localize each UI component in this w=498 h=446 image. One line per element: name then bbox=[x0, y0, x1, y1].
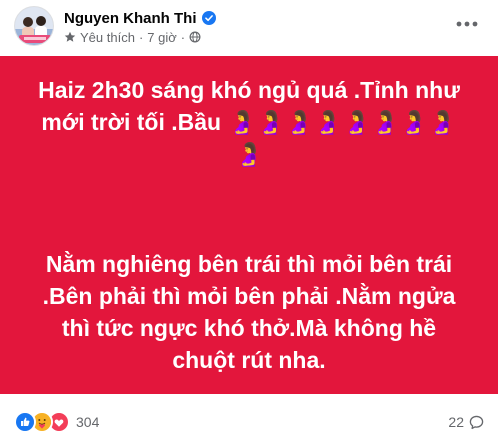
post-paragraph: Nằm nghiêng bên trái thì mỏi bên trái .B… bbox=[42, 251, 462, 373]
post-text: Haiz 2h30 sáng khó ngủ quá .Tỉnh như mới… bbox=[32, 10, 466, 440]
reactions-summary[interactable]: 304 bbox=[14, 411, 100, 433]
post-footer: 304 22 bbox=[0, 400, 498, 440]
facebook-post: Nguyen Khanh Thi Yêu thích · 7 giờ · Hai… bbox=[0, 0, 498, 446]
comment-icon bbox=[469, 415, 484, 430]
comment-count: 22 bbox=[448, 414, 464, 430]
like-icon bbox=[14, 411, 36, 433]
reaction-count: 304 bbox=[76, 414, 100, 430]
post-content-card: Haiz 2h30 sáng khó ngủ quá .Tỉnh như mới… bbox=[0, 56, 498, 394]
comments-summary[interactable]: 22 bbox=[448, 412, 484, 432]
post-paragraph: Haiz 2h30 sáng khó ngủ quá .Tỉnh như mới… bbox=[38, 77, 467, 167]
